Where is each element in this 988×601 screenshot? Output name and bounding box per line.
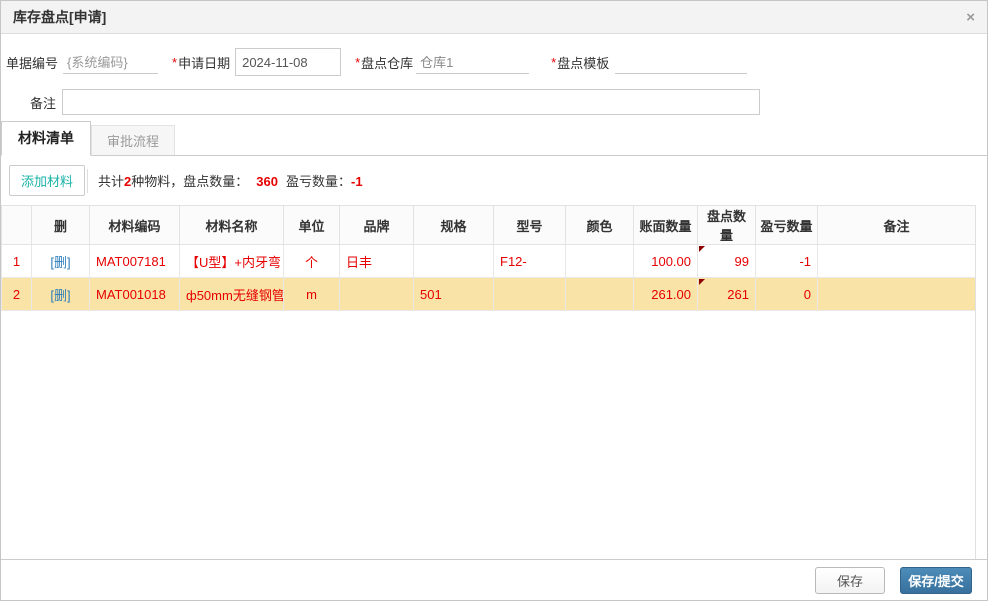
dialog-header: 库存盘点[申请] ×	[1, 1, 987, 34]
cell-unit: 个	[283, 244, 340, 278]
toolbar-divider	[87, 168, 89, 193]
col-header-check-qty: 盘点数量	[697, 205, 756, 245]
cell-spec	[413, 244, 494, 278]
material-grid: 删 材料编码 材料名称 单位 品牌 规格 型号 颜色 账面数量 盘点数量 盈亏数…	[1, 205, 976, 559]
save-submit-button[interactable]: 保存/提交	[900, 566, 972, 594]
dialog-footer: 保存 保存/提交	[1, 559, 987, 600]
cell-check-qty[interactable]: 99	[697, 244, 756, 278]
required-mark: *	[172, 54, 178, 70]
warehouse-input[interactable]	[416, 50, 530, 74]
required-mark: *	[355, 54, 361, 70]
cell-unit: m	[283, 277, 340, 311]
form-row-main: 单据编号 * 申请日期 * 盘点仓库 * 盘点模板	[6, 48, 975, 76]
tab-approval-flow[interactable]: 审批流程	[91, 125, 176, 155]
grid-header-row: 删 材料编码 材料名称 单位 品牌 规格 型号 颜色 账面数量 盘点数量 盈亏数…	[1, 205, 975, 245]
field-apply-date: * 申请日期	[172, 48, 342, 76]
summary-text: 共计2种物料，盘点数量： 360 盈亏数量：-1	[98, 171, 363, 190]
dialog-title: 库存盘点[申请]	[13, 9, 107, 25]
cell-brand: 日丰	[339, 244, 414, 278]
cell-book-qty: 100.00	[633, 244, 698, 278]
edited-cell-flag	[699, 279, 705, 285]
col-header-remark: 备注	[817, 205, 975, 245]
summary-prefix: 共计	[98, 174, 125, 189]
col-header-color: 颜色	[565, 205, 634, 245]
col-header-model: 型号	[493, 205, 566, 245]
cell-spec: 501	[413, 277, 494, 311]
cell-book-qty: 261.00	[633, 277, 698, 311]
cell-model	[493, 277, 566, 311]
grid-toolbar: 添加材料 共计2种物料，盘点数量： 360 盈亏数量：-1	[1, 156, 987, 205]
delete-row-link[interactable]: [删]	[31, 277, 90, 311]
cell-code: MAT001018	[89, 277, 180, 311]
summary-diff-qty: -1	[351, 174, 363, 189]
cell-code: MAT007181	[89, 244, 180, 278]
cell-diff-qty: -1	[755, 244, 818, 278]
cell-model: F12-	[493, 244, 566, 278]
cell-name: ф50mm无缝钢管	[179, 277, 284, 311]
col-header-spec: 规格	[413, 205, 494, 245]
inventory-check-dialog: 库存盘点[申请] × 单据编号 * 申请日期 * 盘点仓库 * 盘点模板	[0, 0, 988, 601]
doc-number-label: 单据编号	[6, 55, 59, 71]
delete-row-link[interactable]: [删]	[31, 244, 90, 278]
field-template: * 盘点模板	[551, 50, 748, 74]
form-area: 单据编号 * 申请日期 * 盘点仓库 * 盘点模板 备注	[1, 34, 987, 115]
summary-mid2: 盈亏数量：	[285, 174, 351, 189]
col-header-book-qty: 账面数量	[633, 205, 698, 245]
summary-check-qty: 360	[256, 174, 278, 189]
template-input[interactable]	[615, 50, 748, 74]
save-button[interactable]: 保存	[815, 566, 885, 594]
col-header-diff-qty: 盈亏数量	[755, 205, 818, 245]
col-header-name: 材料名称	[179, 205, 284, 245]
cell-diff-qty: 0	[755, 277, 818, 311]
remark-label: 备注	[29, 95, 56, 111]
table-row[interactable]: 1 [删] MAT007181 【U型】+内牙弯 个 日丰 F12- 100.0…	[1, 244, 975, 278]
col-header-rownum	[1, 205, 32, 245]
cell-remark	[817, 277, 975, 311]
tab-material-list[interactable]: 材料清单	[1, 121, 91, 156]
remark-input[interactable]	[62, 89, 760, 115]
edited-cell-flag	[699, 246, 705, 252]
form-row-remark: 备注	[6, 89, 975, 115]
tab-bar: 材料清单 审批流程	[1, 121, 987, 156]
cell-name: 【U型】+内牙弯	[179, 244, 284, 278]
required-mark: *	[551, 54, 557, 70]
table-row[interactable]: 2 [删] MAT001018 ф50mm无缝钢管 m 501 261.00 2…	[1, 277, 975, 311]
col-header-code: 材料编码	[89, 205, 180, 245]
cell-check-qty[interactable]: 261	[697, 277, 756, 311]
doc-number-input[interactable]	[63, 50, 159, 74]
col-header-unit: 单位	[283, 205, 340, 245]
warehouse-label: 盘点仓库	[361, 55, 414, 71]
cell-color	[565, 244, 634, 278]
summary-mid1: 种物料，盘点数量：	[131, 174, 249, 189]
cell-brand	[339, 277, 414, 311]
apply-date-input[interactable]	[235, 48, 342, 76]
cell-rownum: 2	[1, 277, 32, 311]
col-header-brand: 品牌	[339, 205, 414, 245]
close-icon[interactable]: ×	[966, 10, 975, 25]
cell-remark	[817, 244, 975, 278]
template-label: 盘点模板	[557, 55, 610, 71]
field-doc-number: 单据编号	[6, 50, 159, 74]
col-header-delete: 删	[31, 205, 90, 245]
add-material-button[interactable]: 添加材料	[9, 165, 86, 196]
cell-rownum: 1	[1, 244, 32, 278]
apply-date-label: 申请日期	[178, 55, 231, 71]
field-warehouse: * 盘点仓库	[355, 50, 530, 74]
cell-color	[565, 277, 634, 311]
